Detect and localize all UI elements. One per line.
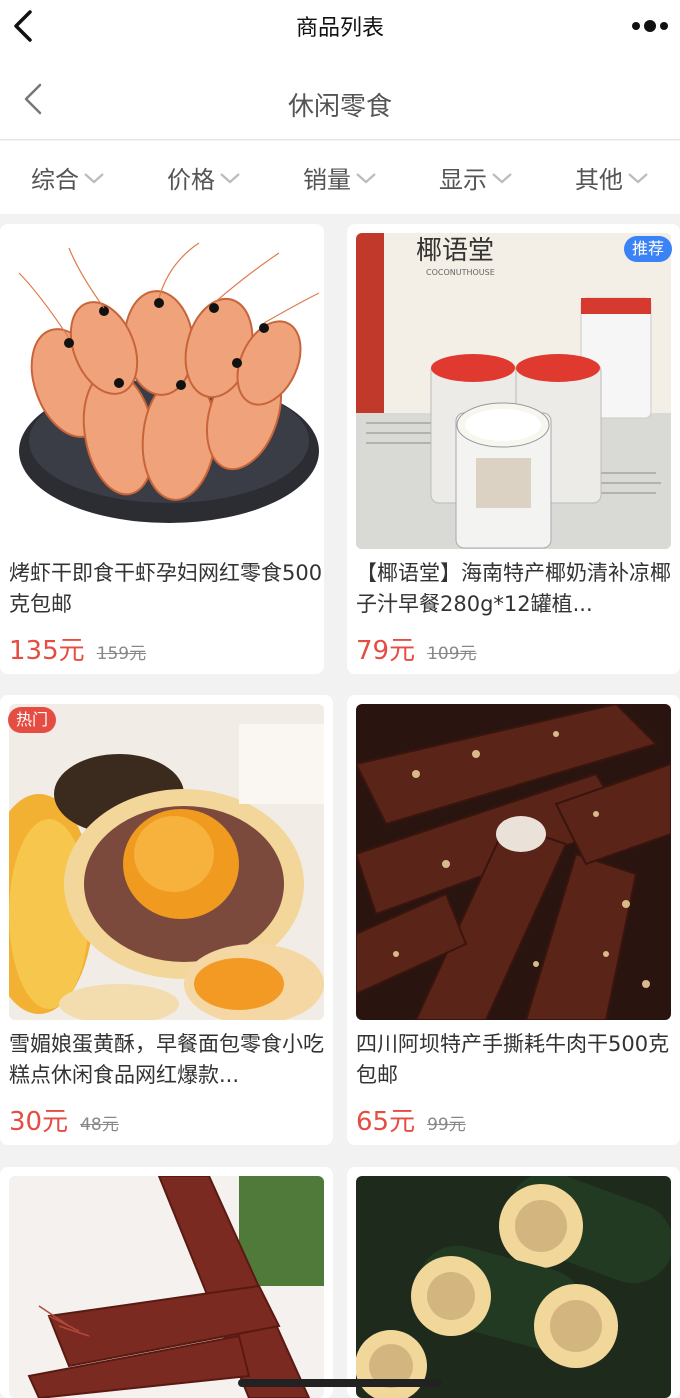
product-image-seaweed-rolls bbox=[356, 1176, 671, 1398]
product-card[interactable]: 四川阿坝特产手撕耗牛肉干500克包邮 65元 99元 bbox=[347, 695, 680, 1145]
chevron-down-icon bbox=[84, 172, 104, 183]
product-card[interactable]: 烤虾干即食干虾孕妇网红零食500克包邮 135元 159元 bbox=[0, 224, 324, 674]
filter-label: 显示 bbox=[439, 166, 487, 194]
more-menu-icon[interactable] bbox=[630, 18, 670, 34]
package-brand-text: 椰语堂 bbox=[416, 236, 494, 266]
chevron-down-icon bbox=[628, 172, 648, 183]
filter-label: 综合 bbox=[31, 166, 79, 194]
filter-display[interactable]: 显示 bbox=[408, 141, 544, 214]
product-price: 135元 bbox=[9, 636, 85, 666]
filter-other[interactable]: 其他 bbox=[544, 141, 680, 214]
product-name: 烤虾干即食干虾孕妇网红零食500克包邮 bbox=[9, 561, 323, 616]
product-old-price: 48元 bbox=[80, 1115, 119, 1135]
filter-bar: 综合 价格 销量 显示 其他 bbox=[0, 141, 680, 214]
product-old-price: 159元 bbox=[96, 644, 147, 664]
product-card[interactable] bbox=[347, 1167, 680, 1398]
product-card[interactable] bbox=[0, 1167, 333, 1398]
product-image-beef-jerky bbox=[356, 704, 671, 1020]
product-name: 【椰语堂】海南特产椰奶清补凉椰子汁早餐280g*12罐植... bbox=[356, 561, 671, 616]
product-card[interactable]: 椰语堂 COCONUTHOUSE 推荐 【椰语堂】海南特产椰奶清补凉椰子汁早餐2… bbox=[347, 224, 680, 674]
product-price-row: 79元 109元 bbox=[356, 630, 477, 667]
filter-price[interactable]: 价格 bbox=[136, 141, 272, 214]
product-name: 雪媚娘蛋黄酥，早餐面包零食小吃糕点休闲食品网红爆款... bbox=[9, 1032, 324, 1087]
nav-title: 商品列表 bbox=[295, 16, 384, 41]
product-price: 65元 bbox=[356, 1107, 416, 1137]
product-image-shrimp bbox=[9, 233, 324, 549]
product-price-row: 135元 159元 bbox=[9, 630, 146, 667]
product-old-price: 99元 bbox=[427, 1115, 466, 1135]
product-price-row: 30元 48元 bbox=[9, 1101, 119, 1138]
category-title: 休闲零食 bbox=[287, 92, 392, 122]
product-price: 79元 bbox=[356, 636, 416, 666]
category-header: 休闲零食 bbox=[0, 52, 680, 140]
product-image-jerky-strips bbox=[9, 1176, 324, 1398]
product-name: 四川阿坝特产手撕耗牛肉干500克包邮 bbox=[356, 1032, 670, 1087]
filter-label: 其他 bbox=[575, 166, 623, 194]
chevron-down-icon bbox=[220, 172, 240, 183]
product-old-price: 109元 bbox=[427, 644, 477, 664]
filter-comprehensive[interactable]: 综合 bbox=[0, 141, 136, 214]
badge-recommend: 推荐 bbox=[623, 236, 672, 262]
badge-hot: 热门 bbox=[8, 707, 57, 733]
product-image-egg-yolk-pastry bbox=[9, 704, 324, 1020]
product-price: 30元 bbox=[9, 1107, 69, 1137]
filter-label: 销量 bbox=[303, 166, 351, 194]
chevron-down-icon bbox=[492, 172, 512, 183]
top-nav-bar: 商品列表 bbox=[0, 0, 680, 52]
product-card[interactable]: 热门 雪媚娘蛋黄酥，早餐面包零食小吃糕点休闲食品网红爆款... 30元 48元 bbox=[0, 695, 333, 1145]
product-price-row: 65元 99元 bbox=[356, 1101, 466, 1138]
chevron-down-icon bbox=[356, 172, 376, 183]
product-image-coconut-milk: 椰语堂 COCONUTHOUSE bbox=[356, 233, 671, 549]
filter-label: 价格 bbox=[167, 166, 215, 194]
home-indicator[interactable] bbox=[238, 1379, 442, 1387]
package-brand-subtext: COCONUTHOUSE bbox=[426, 268, 495, 277]
filter-sales[interactable]: 销量 bbox=[272, 141, 408, 214]
